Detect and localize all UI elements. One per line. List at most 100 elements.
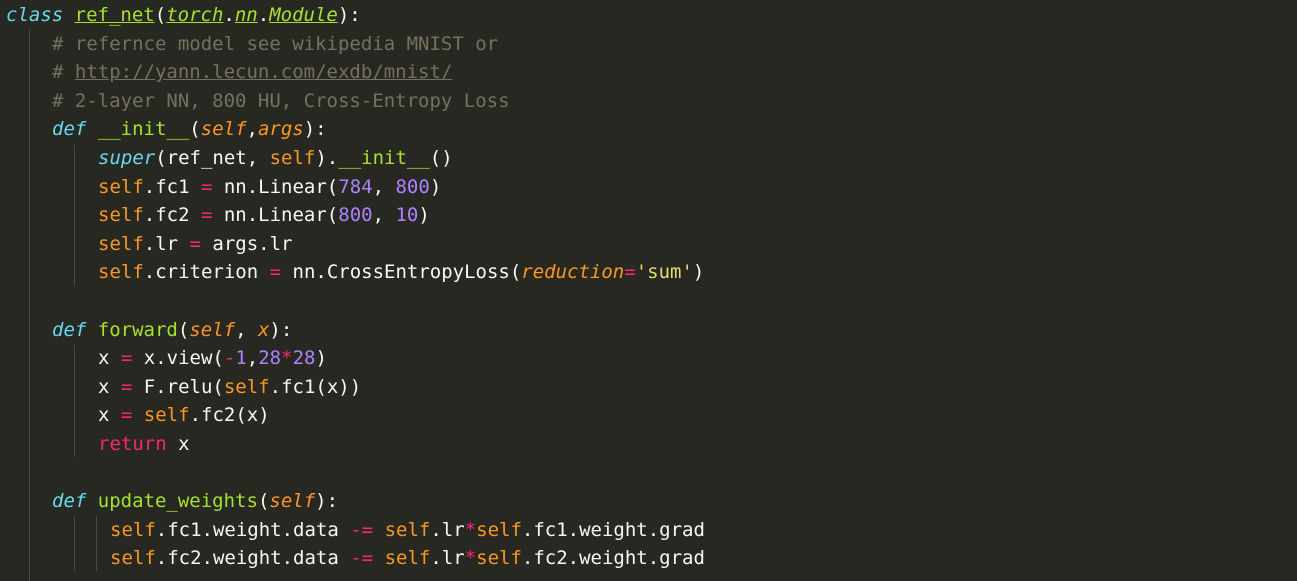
code-token: nn.Linear(: [212, 204, 339, 227]
code-token: __init__: [338, 147, 430, 169]
code-token: ref_net: [74, 4, 155, 26]
code-token: self: [384, 547, 431, 570]
code-token: self: [110, 547, 156, 570]
code-token: ):: [303, 118, 327, 141]
code-token: x.view(: [132, 347, 224, 370]
code-token: ): [315, 347, 327, 370]
code-line: return x: [6, 430, 190, 459]
code-line: def update_weights(self):: [6, 487, 338, 516]
code-token: =: [189, 232, 201, 255]
code-token: ): [429, 175, 442, 198]
code-token: =: [200, 175, 213, 198]
code-token: .: [257, 4, 270, 26]
code-token: self: [98, 204, 144, 227]
code-token: -: [223, 347, 236, 370]
code-token: ):: [337, 4, 361, 26]
code-token: def: [52, 490, 87, 513]
code-token: 800: [395, 175, 430, 198]
code-token: nn.Linear(: [212, 175, 339, 198]
code-token: .lr: [143, 232, 190, 255]
code-token: self: [98, 261, 144, 284]
code-token: def: [52, 118, 87, 141]
code-token: *: [464, 547, 477, 570]
code-token: .fc1: [143, 175, 201, 198]
code-token: self: [98, 175, 144, 198]
code-token: 784: [338, 175, 373, 198]
code-token: x: [98, 375, 121, 398]
code-line: self.fc1 = nn.Linear(784, 800): [6, 173, 441, 202]
code-token: .fc1.weight.grad: [521, 518, 705, 541]
code-token: # refernce model see wikipedia MNIST or: [52, 32, 499, 55]
code-token: ): [418, 204, 430, 227]
code-token: args.lr: [200, 232, 293, 255]
code-token: self: [269, 147, 316, 169]
code-token: 10: [395, 204, 419, 227]
code-token: 1: [235, 347, 247, 370]
code-token: (: [154, 4, 167, 26]
code-line: def forward(self, x):: [6, 316, 292, 345]
code-line: x = self.fc2(x): [6, 401, 270, 430]
code-token: Module: [269, 4, 338, 26]
code-token: class: [6, 4, 64, 26]
code-token: nn.CrossEntropyLoss(: [281, 261, 522, 284]
code-token: nn: [234, 4, 258, 26]
code-token: def: [52, 318, 87, 341]
code-token: http://yann.lecun.com/exdb/mnist/: [74, 61, 453, 84]
code-token: ).: [315, 147, 339, 169]
code-token: 800: [338, 204, 373, 227]
code-token: .fc2.weight.data: [155, 547, 351, 570]
code-token: =: [624, 261, 636, 284]
code-token: *: [464, 518, 477, 541]
code-line: self.lr = args.lr: [6, 230, 293, 259]
code-line: super(ref_net, self).__init__(): [6, 144, 453, 173]
code-token: self: [189, 318, 236, 341]
code-line: # 2-layer NN, 800 HU, Cross-Entropy Loss: [6, 87, 510, 116]
code-token: self: [269, 490, 316, 513]
code-token: .fc2(x): [189, 404, 270, 427]
code-token: self: [200, 118, 247, 141]
code-token: ,: [246, 118, 258, 141]
code-token: return: [98, 433, 167, 455]
code-token: super: [98, 147, 156, 169]
code-token: forward: [97, 318, 178, 341]
code-token: -=: [350, 547, 374, 570]
code-token: torch: [166, 4, 224, 26]
code-token: #: [52, 61, 75, 84]
code-token: args: [257, 118, 304, 141]
code-token: self: [110, 518, 156, 541]
code-token: self: [223, 375, 270, 398]
code-line: x = F.relu(self.fc1(x)): [6, 373, 361, 402]
code-token: x: [257, 318, 270, 341]
code-token: reduction: [521, 261, 625, 284]
code-line: self.criterion = nn.CrossEntropyLoss(red…: [6, 258, 704, 287]
code-token: __init__: [97, 118, 190, 141]
code-token: =: [269, 261, 282, 284]
code-token: (): [429, 147, 453, 169]
code-token: =: [120, 404, 133, 427]
code-token: 'sum': [635, 261, 693, 284]
code-line: x = x.view(-1,28*28): [6, 344, 327, 373]
code-line: self.fc2 = nn.Linear(800, 10): [6, 201, 430, 230]
code-token: ):: [315, 490, 339, 513]
code-token: 28: [292, 347, 316, 370]
code-token: ,: [235, 318, 258, 341]
code-token: ): [692, 261, 705, 284]
code-line: # refernce model see wikipedia MNIST or: [6, 30, 498, 59]
code-token: F.relu(: [132, 375, 224, 398]
code-token: self: [476, 518, 522, 541]
code-token: x: [166, 433, 190, 455]
code-token: .: [223, 4, 235, 26]
code-line: self.fc2.weight.data -= self.lr*self.fc2…: [6, 544, 705, 573]
code-token: self: [98, 232, 144, 255]
code-token: 28: [258, 347, 282, 370]
code-line: # http://yann.lecun.com/exdb/mnist/: [6, 58, 452, 87]
code-editor[interactable]: class ref_net(torch.nn.Module): # refern…: [0, 0, 1297, 581]
code-token: *: [281, 347, 293, 370]
